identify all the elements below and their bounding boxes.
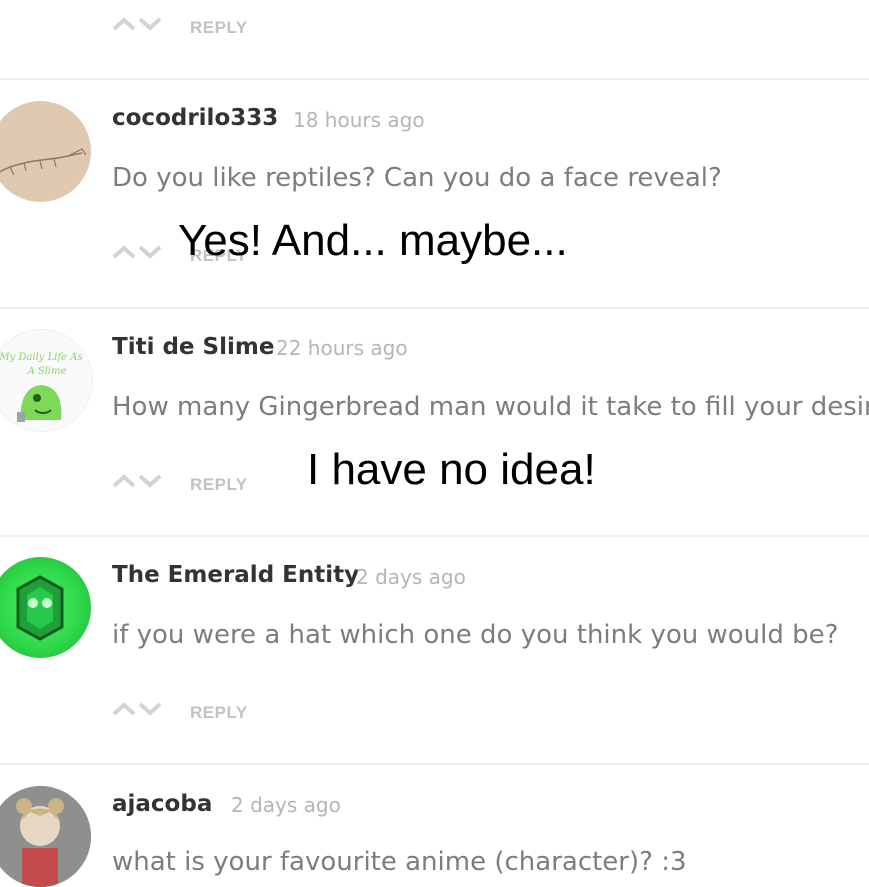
comment-text: How many Gingerbread man would it take t… <box>112 392 869 422</box>
downvote-icon[interactable] <box>138 702 162 716</box>
upvote-icon[interactable] <box>112 17 136 31</box>
downvote-icon[interactable] <box>138 474 162 488</box>
avatar[interactable] <box>0 557 91 658</box>
answer-overlay: Yes! And... maybe... <box>178 216 568 265</box>
downvote-icon[interactable] <box>138 17 162 31</box>
avatar[interactable] <box>0 101 91 202</box>
divider <box>0 78 869 80</box>
divider <box>0 763 869 765</box>
reply-button[interactable]: REPLY <box>190 475 248 495</box>
avatar-caption: My Daily Life As A Slime <box>0 352 83 377</box>
comment-text: what is your favourite anime (character)… <box>112 847 687 877</box>
comment-text: Do you like reptiles? Can you do a face … <box>112 163 722 193</box>
comment-username[interactable]: ajacoba <box>112 791 212 817</box>
upvote-icon[interactable] <box>112 474 136 488</box>
svg-text:My Daily Life As: My Daily Life As <box>0 352 83 363</box>
comment-username[interactable]: The Emerald Entity <box>112 562 359 588</box>
comment-username[interactable]: Titi de Slime <box>112 334 274 360</box>
vote-controls <box>112 474 162 488</box>
vote-controls <box>112 17 162 31</box>
avatar[interactable]: My Daily Life As A Slime <box>0 329 93 432</box>
reply-button[interactable]: REPLY <box>190 18 248 38</box>
comment-time: 22 hours ago <box>276 336 408 360</box>
divider <box>0 307 869 309</box>
avatar[interactable] <box>0 786 91 887</box>
downvote-icon[interactable] <box>138 245 162 259</box>
svg-text:A Slime: A Slime <box>26 366 66 377</box>
upvote-icon[interactable] <box>112 702 136 716</box>
crocodile-drawing <box>0 148 87 176</box>
comment-time: 2 days ago <box>231 793 341 817</box>
vote-controls <box>112 702 162 716</box>
comment-username[interactable]: cocodrilo333 <box>112 105 278 131</box>
divider <box>0 535 869 537</box>
anime-character-avatar <box>0 786 91 887</box>
comment-time: 2 days ago <box>356 565 466 589</box>
upvote-icon[interactable] <box>112 245 136 259</box>
comment-time: 18 hours ago <box>293 108 425 132</box>
comment-text: if you were a hat which one do you think… <box>112 620 839 650</box>
emerald-icon <box>16 575 64 641</box>
vote-controls <box>112 245 162 259</box>
reply-button[interactable]: REPLY <box>190 703 248 723</box>
answer-overlay: I have no idea! <box>307 445 596 494</box>
